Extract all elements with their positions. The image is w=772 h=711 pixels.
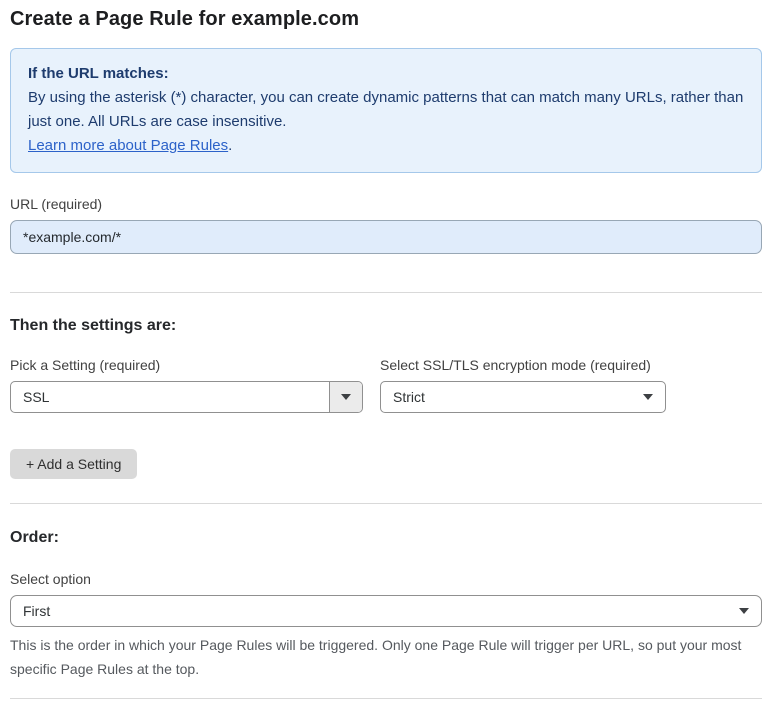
info-box-heading: If the URL matches: <box>28 65 169 82</box>
order-select-value: First <box>23 603 51 619</box>
page-title: Create a Page Rule for example.com <box>10 8 360 30</box>
settings-section-heading: Then the settings are: <box>10 317 177 334</box>
chevron-down-icon <box>631 382 665 412</box>
link-period: . <box>228 137 233 154</box>
divider-after-settings <box>10 503 762 504</box>
create-page-rule-form: Create a Page Rule for example.com If th… <box>0 0 772 711</box>
pick-setting-value: SSL <box>23 389 50 405</box>
encryption-mode-label: Select SSL/TLS encryption mode (required… <box>380 357 651 373</box>
order-help-text: This is the order in which your Page Rul… <box>10 637 742 677</box>
add-setting-button[interactable]: + Add a Setting <box>10 449 138 479</box>
url-field-label: URL (required) <box>10 196 103 212</box>
settings-grid: Pick a Setting (required) SSL Select SSL… <box>10 357 762 413</box>
pick-setting-label: Pick a Setting (required) <box>10 357 161 373</box>
pick-setting-select[interactable]: SSL <box>10 381 363 413</box>
url-match-info-box: If the URL matches: By using the asteris… <box>10 48 762 173</box>
url-input[interactable] <box>10 220 762 254</box>
encryption-mode-column: Select SSL/TLS encryption mode (required… <box>380 357 666 413</box>
chevron-down-icon <box>329 382 362 412</box>
order-section-heading: Order: <box>10 529 59 546</box>
info-box-body: By using the asterisk (*) character, you… <box>28 89 744 130</box>
divider-before-footer <box>10 698 762 699</box>
order-section: Order: Select option First This is the o… <box>10 529 762 681</box>
order-select[interactable]: First <box>10 595 762 627</box>
encryption-mode-select[interactable]: Strict <box>380 381 666 413</box>
order-select-label: Select option <box>10 571 91 587</box>
info-box-link-line: Learn more about Page Rules. <box>28 134 744 158</box>
divider-after-url <box>10 292 762 293</box>
chevron-down-icon <box>727 596 761 626</box>
learn-more-link[interactable]: Learn more about Page Rules <box>28 137 228 154</box>
pick-setting-column: Pick a Setting (required) SSL <box>10 357 363 413</box>
encryption-mode-value: Strict <box>393 389 425 405</box>
